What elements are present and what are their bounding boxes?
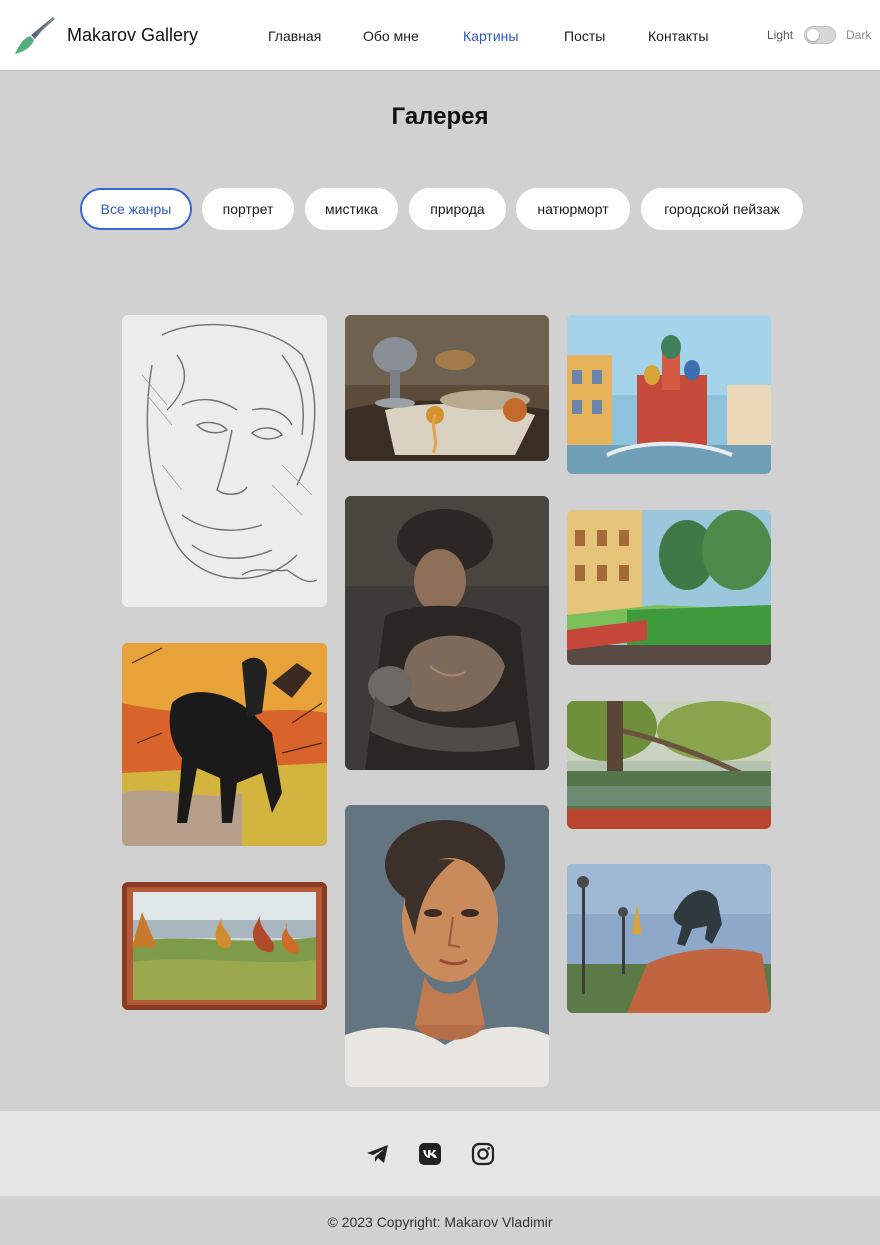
theme-toggle[interactable] xyxy=(804,26,836,44)
copyright-text: © 2023 Copyright: Makarov Vladimir xyxy=(327,1214,553,1230)
nav-posts[interactable]: Посты xyxy=(564,28,605,44)
woman-portrait-painting[interactable] xyxy=(345,805,549,1087)
paintbrush-icon[interactable] xyxy=(13,13,57,57)
brand-name[interactable]: Makarov Gallery xyxy=(67,25,198,46)
filter-portrait[interactable]: портрет xyxy=(202,188,294,230)
nav-paintings[interactable]: Картины xyxy=(463,28,518,44)
telegram-icon[interactable] xyxy=(366,1142,390,1166)
theme-toggle-knob xyxy=(807,29,819,41)
pond-tree-painting[interactable] xyxy=(567,701,771,829)
footer-social-bar xyxy=(0,1111,880,1196)
instagram-icon[interactable] xyxy=(471,1142,495,1166)
page-title: Галерея xyxy=(391,103,489,130)
nav-about[interactable]: Обо мне xyxy=(363,28,419,44)
nav-contacts[interactable]: Контакты xyxy=(648,28,708,44)
filter-all-genres[interactable]: Все жанры xyxy=(80,188,192,230)
site-header: Makarov Gallery Главная Обо мне Картины … xyxy=(0,0,880,71)
nav-home[interactable]: Главная xyxy=(268,28,321,44)
mother-and-child-painting[interactable] xyxy=(345,496,549,770)
vk-icon[interactable] xyxy=(418,1142,442,1166)
theme-dark-label: Dark xyxy=(846,28,872,42)
filter-nature[interactable]: природа xyxy=(409,188,506,230)
embankment-cityscape-painting[interactable] xyxy=(567,510,771,665)
still-life-painting[interactable] xyxy=(345,315,549,461)
church-cityscape-painting[interactable] xyxy=(567,315,771,474)
filter-mysticism[interactable]: мистика xyxy=(305,188,398,230)
filter-cityscape[interactable]: городской пейзаж xyxy=(641,188,803,230)
pencil-portrait-sketch[interactable] xyxy=(122,315,327,607)
horseman-painting[interactable] xyxy=(122,643,327,846)
framed-autumn-landscape[interactable] xyxy=(122,882,327,1010)
bronze-horseman-painting[interactable] xyxy=(567,864,771,1013)
filter-still-life[interactable]: натюрморт xyxy=(516,188,630,230)
theme-light-label: Light xyxy=(767,28,794,42)
